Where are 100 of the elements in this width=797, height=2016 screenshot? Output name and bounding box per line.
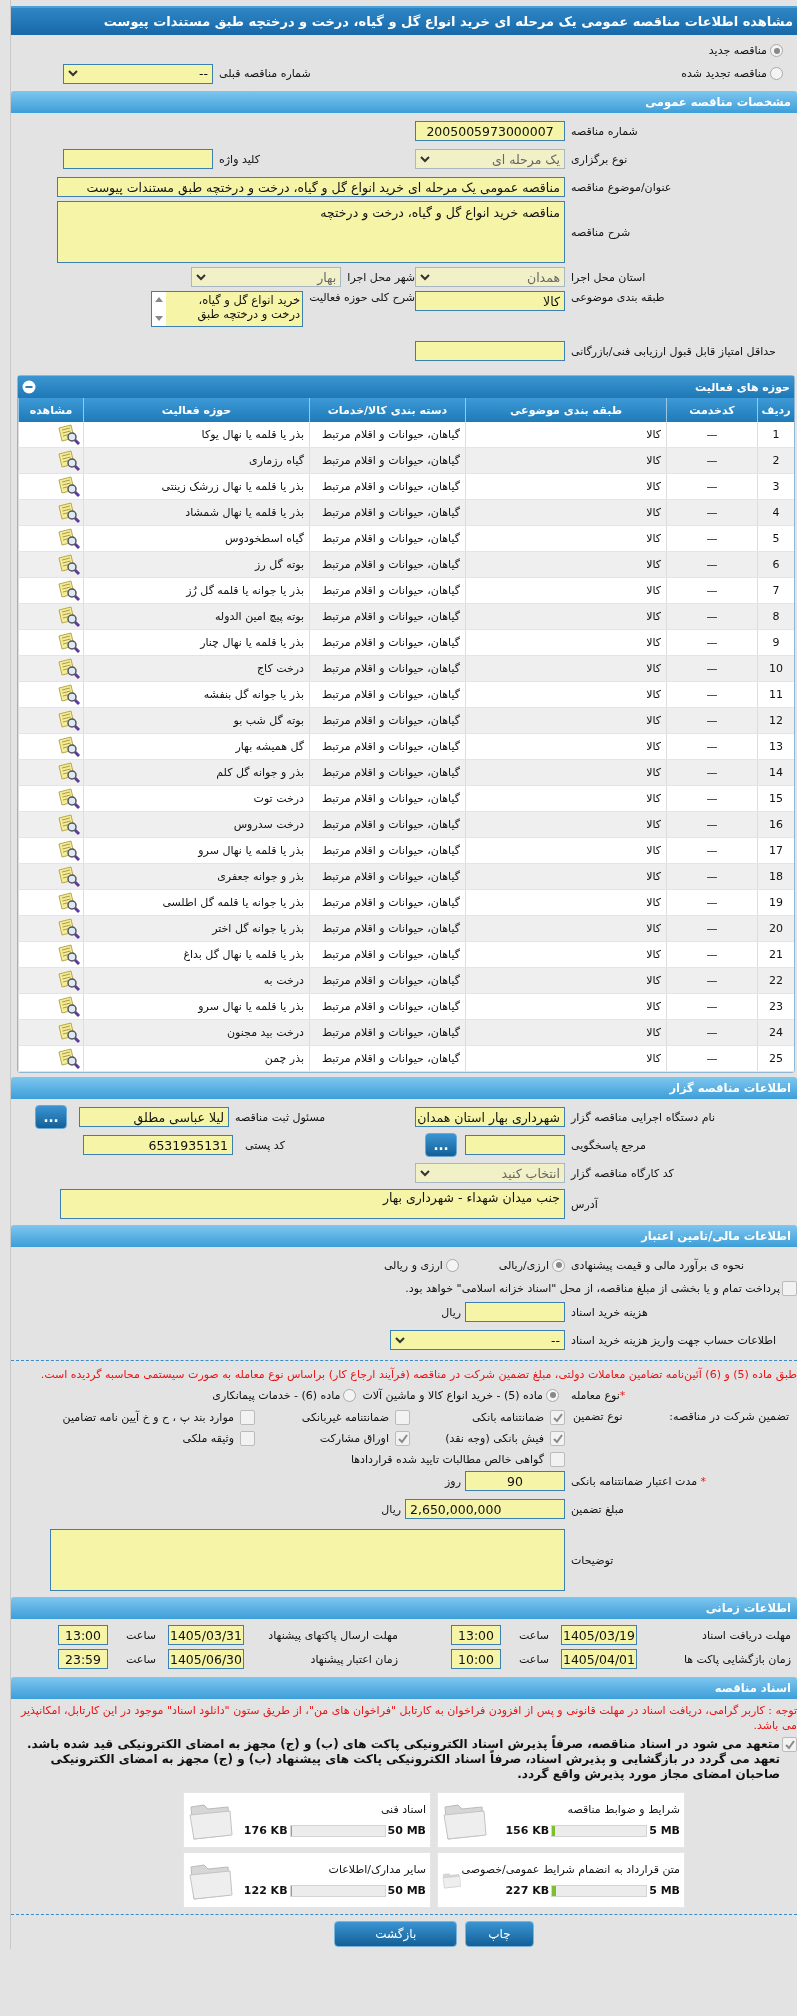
- view-details-icon[interactable]: [57, 865, 81, 888]
- reference-field[interactable]: [465, 1135, 565, 1155]
- checkbox[interactable]: [240, 1410, 255, 1425]
- caret-icon: [420, 1169, 430, 1177]
- field-label: زمان بازگشایی پاکت ها: [682, 1652, 792, 1666]
- section-header: اطلاعات زمانی: [11, 1597, 797, 1619]
- city-select[interactable]: بهار: [191, 267, 342, 287]
- keyword-field[interactable]: [63, 149, 213, 169]
- view-details-icon[interactable]: [57, 1047, 81, 1070]
- date-field[interactable]: 1405/06/30: [168, 1649, 244, 1669]
- postal-code-field[interactable]: 6531935131: [83, 1135, 233, 1155]
- subject-field[interactable]: مناقصه عمومی یک مرحله ای خرید انواع گل و گیاه، درخت و درختچه طبق مستندات پیوست: [57, 177, 565, 197]
- view-details-icon[interactable]: [57, 605, 81, 628]
- view-details-icon[interactable]: [57, 787, 81, 810]
- checkbox[interactable]: [395, 1410, 410, 1425]
- radio-button[interactable]: [343, 1388, 357, 1402]
- document-name: اسناد فنی: [379, 1803, 426, 1816]
- registrar-field[interactable]: لیلا عباسی مطلق: [79, 1107, 229, 1127]
- max-size: 5 MB: [649, 1824, 680, 1837]
- date-field[interactable]: 1405/04/01: [561, 1649, 637, 1669]
- time-field[interactable]: 13:00: [58, 1625, 108, 1645]
- classification-field[interactable]: کالا: [415, 291, 565, 311]
- view-details-icon[interactable]: [57, 761, 81, 784]
- checkbox[interactable]: [550, 1431, 565, 1446]
- checkbox[interactable]: [395, 1431, 410, 1446]
- table-cell: —: [666, 577, 758, 604]
- date-field[interactable]: 1405/03/19: [561, 1625, 637, 1645]
- date-field[interactable]: 1405/03/31: [168, 1625, 244, 1645]
- view-details-icon[interactable]: [57, 475, 81, 498]
- view-details-icon[interactable]: [57, 969, 81, 992]
- table-cell: 23: [757, 993, 794, 1020]
- address-field[interactable]: جنب میدان شهداء - شهرداری بهار: [60, 1189, 565, 1219]
- view-details-icon[interactable]: [57, 891, 81, 914]
- checkbox[interactable]: [550, 1452, 565, 1467]
- view-details-icon[interactable]: [57, 579, 81, 602]
- time-field[interactable]: 23:59: [58, 1649, 108, 1669]
- table-cell: —: [666, 499, 758, 526]
- table-cell: 7: [757, 577, 794, 604]
- view-details-icon[interactable]: [57, 527, 81, 550]
- view-details-icon[interactable]: [57, 683, 81, 706]
- field-label: طبقه بندی موضوعی: [570, 291, 666, 304]
- file-size: 122 KB: [243, 1884, 288, 1897]
- table-cell: 24: [757, 1019, 794, 1046]
- validity-days-field[interactable]: 90: [465, 1471, 565, 1491]
- file-size: 227 KB: [505, 1884, 550, 1897]
- min-score-field[interactable]: [415, 341, 565, 361]
- previous-tender-select[interactable]: --: [63, 63, 213, 84]
- browse-button[interactable]: ...: [425, 1133, 457, 1157]
- view-details-icon[interactable]: [57, 1021, 81, 1044]
- action-button[interactable]: چاپ: [465, 1921, 534, 1947]
- description-textarea[interactable]: مناقصه خرید انواع گل و گیاه، درخت و درختچه: [57, 201, 565, 263]
- view-details-icon[interactable]: [57, 423, 81, 446]
- radio-button[interactable]: [445, 1258, 459, 1272]
- tender-number-field[interactable]: 2005005973000007: [415, 121, 565, 141]
- checkbox[interactable]: [782, 1737, 797, 1752]
- page-title: مشاهده اطلاعات مناقصه عمومی یک مرحله ای خرید انواع گل و گیاه، درخت و درختچه طبق مستندات پیوست: [11, 6, 797, 35]
- radio-button[interactable]: [552, 1258, 565, 1272]
- radio-button[interactable]: [546, 1388, 559, 1402]
- section-header: حوزه های فعالیت: [695, 380, 790, 394]
- agency-field[interactable]: شهرداری بهار استان همدان: [415, 1107, 565, 1127]
- browse-button[interactable]: ...: [35, 1105, 67, 1129]
- table-cell: گیاهان، حیوانات و اقلام مرتبط: [309, 551, 466, 578]
- table-cell: —: [666, 603, 758, 630]
- view-details-icon[interactable]: [57, 943, 81, 966]
- view-details-icon[interactable]: [57, 735, 81, 758]
- table-cell: گل همیشه بهار: [83, 733, 310, 760]
- account-select[interactable]: --: [390, 1330, 565, 1350]
- method-select[interactable]: یک مرحله ای: [415, 149, 565, 169]
- activity-summary-listbox[interactable]: خرید انواع گل و گیاه، درخت و درختچه طبق: [151, 291, 304, 327]
- checkbox-label: گواهی خالص مطالبات تایید شده قراردادها: [350, 1453, 544, 1466]
- view-details-icon[interactable]: [57, 709, 81, 732]
- table-cell: 15: [757, 785, 794, 812]
- view-details-icon[interactable]: [57, 501, 81, 524]
- view-details-icon[interactable]: [57, 553, 81, 576]
- field-label: شماره مناقصه قبلی: [219, 67, 311, 80]
- table-cell: گیاهان، حیوانات و اقلام مرتبط: [309, 967, 466, 994]
- view-details-icon[interactable]: [57, 995, 81, 1018]
- province-select[interactable]: همدان: [415, 267, 565, 287]
- checkbox[interactable]: [240, 1431, 255, 1446]
- view-details-icon[interactable]: [57, 631, 81, 654]
- view-details-icon[interactable]: [57, 449, 81, 472]
- view-details-icon[interactable]: [57, 813, 81, 836]
- time-field[interactable]: 13:00: [451, 1625, 501, 1645]
- remarks-textarea[interactable]: [50, 1529, 565, 1591]
- field-label: ساعت: [518, 1652, 550, 1666]
- document-fee-field[interactable]: [465, 1302, 565, 1322]
- workshop-select[interactable]: انتخاب کنید: [415, 1163, 565, 1183]
- radio-button[interactable]: [770, 44, 783, 57]
- radio-button[interactable]: [770, 67, 783, 80]
- checkbox[interactable]: [550, 1410, 565, 1425]
- table-cell: —: [666, 889, 758, 916]
- table-cell: کالا: [465, 447, 667, 474]
- view-details-icon[interactable]: [57, 917, 81, 940]
- collapse-icon[interactable]: [22, 380, 36, 394]
- view-details-icon[interactable]: [57, 839, 81, 862]
- action-button[interactable]: بازگشت: [334, 1921, 458, 1947]
- guarantee-amount-field[interactable]: 2,650,000,000: [405, 1499, 565, 1519]
- checkbox[interactable]: [782, 1281, 797, 1296]
- time-field[interactable]: 10:00: [451, 1649, 501, 1669]
- view-details-icon[interactable]: [57, 657, 81, 680]
